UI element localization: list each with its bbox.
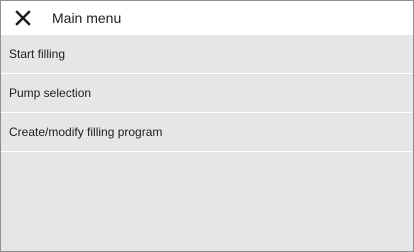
- menu-list: Start filling Pump selection Create/modi…: [1, 35, 413, 152]
- page-title: Main menu: [52, 10, 122, 26]
- close-icon: [15, 10, 31, 26]
- menu-item-label: Start filling: [9, 47, 66, 61]
- menu-item-label: Create/modify filling program: [9, 125, 163, 139]
- menu-item-pump-selection[interactable]: Pump selection: [1, 74, 413, 113]
- menu-item-start-filling[interactable]: Start filling: [1, 35, 413, 74]
- main-menu-window: Main menu Start filling Pump selection C…: [0, 0, 414, 252]
- menu-item-label: Pump selection: [9, 86, 92, 100]
- close-button[interactable]: [9, 4, 37, 32]
- menu-item-create-modify-filling-program[interactable]: Create/modify filling program: [1, 113, 413, 152]
- menu-header: Main menu: [1, 1, 413, 35]
